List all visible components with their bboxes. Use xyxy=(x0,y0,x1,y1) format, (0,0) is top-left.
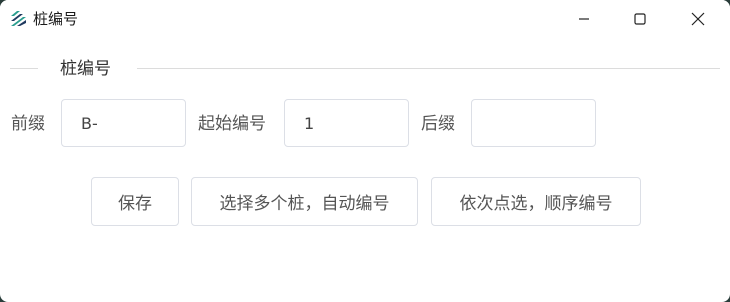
title-bar[interactable]: 桩编号 xyxy=(0,0,730,38)
group-divider-left xyxy=(10,68,38,69)
pile-logo-icon xyxy=(9,9,29,29)
prefix-input[interactable] xyxy=(61,99,186,147)
sequential-select-number-button[interactable]: 依次点选，顺序编号 xyxy=(431,177,641,226)
prefix-label: 前缀 xyxy=(11,114,45,134)
window: 桩编号 桩编号 前缀 起始编号 后缀 保存 选择多个桩，自动编号 依次点选，顺序… xyxy=(0,0,730,302)
window-title: 桩编号 xyxy=(33,10,79,28)
minimize-button[interactable] xyxy=(556,0,612,38)
multi-select-auto-number-button[interactable]: 选择多个桩，自动编号 xyxy=(191,177,418,226)
group-title: 桩编号 xyxy=(60,59,111,79)
close-button[interactable] xyxy=(670,0,726,38)
suffix-label: 后缀 xyxy=(421,114,455,134)
suffix-input[interactable] xyxy=(471,99,596,147)
group-divider-right xyxy=(137,68,720,69)
maximize-icon xyxy=(634,13,646,25)
save-button[interactable]: 保存 xyxy=(91,177,179,226)
minimize-icon xyxy=(579,18,589,20)
start-number-label: 起始编号 xyxy=(198,114,266,134)
start-number-input[interactable] xyxy=(284,99,409,147)
maximize-button[interactable] xyxy=(612,0,668,38)
close-icon xyxy=(691,12,705,26)
